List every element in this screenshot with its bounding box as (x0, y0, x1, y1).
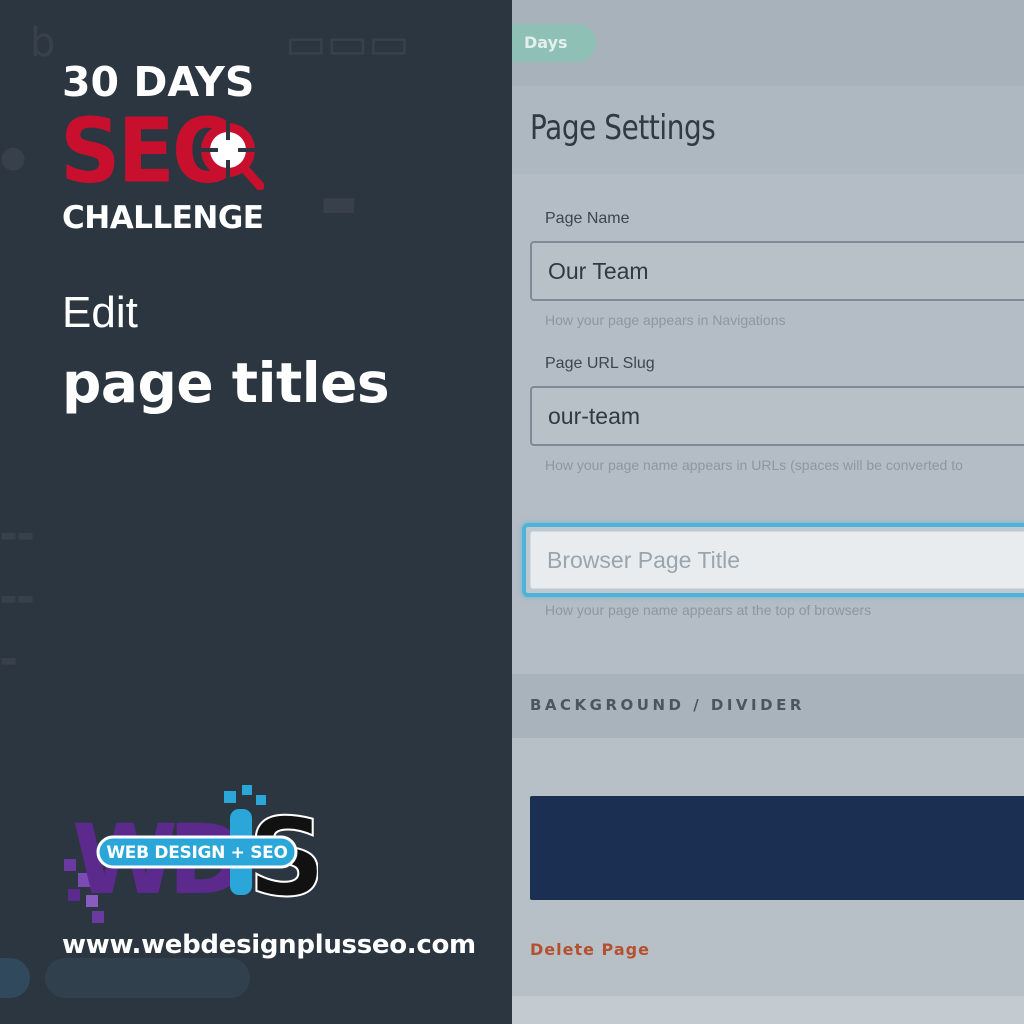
browser-title-help: How your page name appears at the top of… (545, 602, 872, 618)
page-settings-panel: Page Settings Page Name How your page ap… (512, 86, 1024, 1024)
ghost-text: ▬▬ (0, 525, 35, 546)
ghost-text: ● (0, 140, 27, 175)
days-pill[interactable]: Days (512, 24, 596, 62)
panel-header: Page Settings (512, 86, 1024, 174)
ghost-text: b (30, 20, 56, 66)
url-slug-input[interactable] (530, 386, 1024, 446)
ghost-text: ▬▬ (0, 588, 35, 609)
url-slug-help: How your page name appears in URLs (spac… (545, 457, 963, 473)
background-color-swatch[interactable] (530, 796, 1024, 900)
website-url: www.webdesignplusseo.com (62, 930, 476, 960)
ghost-text: ▬ (320, 180, 358, 226)
logo-banner-text: WEB DESIGN + SEO (106, 843, 288, 863)
bottom-strip (512, 996, 1024, 1024)
page-name-input[interactable] (530, 241, 1024, 301)
challenge-text: CHALLENGE (62, 200, 264, 236)
url-slug-label: Page URL Slug (545, 355, 655, 372)
target-icon (198, 118, 264, 190)
background-divider-section[interactable]: BACKGROUND / DIVIDER (512, 674, 1024, 738)
promo-panel: b ▭▭▭ ● ▬ ▬▬ ▬▬ ▬ 30 DAYS SEO CHALLENGE … (0, 0, 512, 1024)
delete-page-link[interactable]: Delete Page (530, 940, 650, 959)
page-name-label: Page Name (545, 210, 630, 227)
background-section-body: Delete Page (512, 738, 1024, 1024)
heading-bold: page titles (62, 351, 390, 415)
section-title: BACKGROUND / DIVIDER (530, 696, 805, 714)
ghost-button (0, 958, 30, 998)
ghost-text: ▭▭▭ (285, 18, 410, 69)
ghost-text: ▬ (0, 650, 18, 671)
browser-title-input[interactable] (530, 531, 1024, 589)
ghost-button (45, 958, 250, 998)
page-name-help: How your page appears in Navigations (545, 312, 786, 328)
panel-title: Page Settings (530, 108, 716, 148)
challenge-days-text: 30 DAYS (62, 58, 255, 106)
browser-title-field[interactable] (522, 523, 1024, 597)
top-bar: Days (512, 0, 1024, 86)
page-settings-screenshot: Days Page Settings Page Name How your pa… (512, 0, 1024, 1024)
heading-light: Edit (62, 288, 138, 337)
